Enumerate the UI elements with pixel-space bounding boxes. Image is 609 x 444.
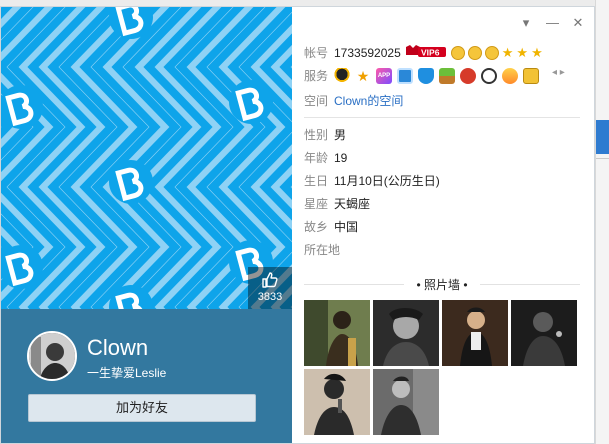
gender-row: 性别 男 bbox=[304, 126, 346, 143]
cover-pattern bbox=[1, 7, 292, 309]
photo-wall-title-text: • 照片墙 • bbox=[416, 278, 468, 292]
age-label: 年龄 bbox=[304, 151, 329, 165]
window-controls: ▾ — ✕ bbox=[520, 15, 584, 31]
thumbs-up-icon bbox=[262, 272, 278, 288]
avatar[interactable] bbox=[27, 331, 77, 381]
space-label: 空间 bbox=[304, 94, 329, 108]
level-sun-icon bbox=[467, 45, 482, 60]
phone-icon[interactable] bbox=[523, 67, 539, 84]
minimize-icon[interactable]: — bbox=[546, 15, 559, 31]
svg-text:VIP6: VIP6 bbox=[421, 48, 440, 58]
profile-header: Clown 一生挚爱Leslie 加为好友 bbox=[1, 309, 292, 443]
photo-thumbnail[interactable] bbox=[373, 300, 439, 366]
photo-thumbnail[interactable] bbox=[511, 300, 577, 366]
zodiac-row: 星座 天蝎座 bbox=[304, 195, 370, 212]
account-label: 帐号 bbox=[304, 46, 329, 60]
level-star-icon: ★ bbox=[501, 44, 514, 60]
photo-icon[interactable] bbox=[397, 67, 413, 84]
penguin-icon[interactable] bbox=[334, 67, 350, 84]
age-row: 年龄 19 bbox=[304, 149, 347, 166]
dropdown-icon[interactable]: ▾ bbox=[520, 15, 532, 31]
photo-thumbnail[interactable] bbox=[442, 300, 508, 366]
cover-image: 3833 bbox=[1, 7, 292, 309]
level-star-icon: ★ bbox=[516, 44, 529, 60]
app-icon[interactable]: APP bbox=[376, 67, 392, 84]
gender-value: 男 bbox=[334, 128, 347, 142]
hometown-value: 中国 bbox=[334, 220, 359, 234]
like-button[interactable]: 3833 bbox=[248, 267, 292, 309]
location-label: 所在地 bbox=[304, 243, 341, 257]
close-icon[interactable]: ✕ bbox=[572, 15, 584, 31]
zodiac-label: 星座 bbox=[304, 197, 329, 211]
age-value: 19 bbox=[334, 150, 348, 165]
add-friend-button[interactable]: 加为好友 bbox=[28, 394, 256, 422]
cow-icon[interactable] bbox=[481, 67, 497, 84]
divider bbox=[304, 117, 580, 118]
nickname: Clown bbox=[87, 335, 149, 360]
hometown-label: 故乡 bbox=[304, 220, 329, 234]
location-row: 所在地 bbox=[304, 241, 340, 258]
services-row: 服务 ★ APP bbox=[304, 67, 544, 84]
photo-thumbnail[interactable] bbox=[304, 300, 370, 366]
level-sun-icon bbox=[450, 45, 465, 60]
gift-icon[interactable] bbox=[439, 67, 455, 84]
vip-badge[interactable]: VIP6 bbox=[404, 44, 448, 61]
account-value: 1733592025 bbox=[334, 45, 401, 60]
like-count: 3833 bbox=[257, 291, 283, 303]
birthday-label: 生日 bbox=[304, 174, 329, 188]
level-star-icon: ★ bbox=[531, 44, 543, 60]
shield-icon[interactable] bbox=[418, 67, 434, 84]
info-panel: ▾ — ✕ 帐号 1733592025 VIP6 ★ ★ ★ 服务 ★ APP … bbox=[292, 7, 594, 443]
photo-wall-title: • 照片墙 • bbox=[304, 276, 580, 293]
space-link[interactable]: Clown的空间 bbox=[334, 92, 403, 109]
birthday-value: 11月10日(公历生日) bbox=[334, 174, 440, 188]
account-row: 帐号 1733592025 VIP6 ★ ★ ★ bbox=[304, 44, 543, 61]
signature: 一生挚爱Leslie bbox=[87, 366, 167, 380]
birthday-row: 生日 11月10日(公历生日) bbox=[304, 172, 440, 189]
level-sun-icon bbox=[484, 45, 499, 60]
pet-icon[interactable] bbox=[502, 67, 518, 84]
star-icon[interactable]: ★ bbox=[355, 67, 371, 84]
photo-thumbnail[interactable] bbox=[304, 369, 370, 435]
services-label: 服务 bbox=[304, 69, 329, 83]
profile-card: 3833 Clown 一生挚爱Leslie 加为好友 ▾ — ✕ 帐号 1733… bbox=[0, 6, 595, 444]
photo-thumbnail[interactable] bbox=[373, 369, 439, 435]
services-scroll-arrows[interactable]: ◂ ▸ bbox=[552, 67, 565, 78]
hometown-row: 故乡 中国 bbox=[304, 218, 358, 235]
background-window-edge bbox=[595, 0, 609, 444]
space-row: 空间 Clown的空间 bbox=[304, 92, 403, 109]
gender-label: 性别 bbox=[304, 128, 329, 142]
video-icon[interactable] bbox=[460, 67, 476, 84]
zodiac-value: 天蝎座 bbox=[334, 197, 371, 211]
